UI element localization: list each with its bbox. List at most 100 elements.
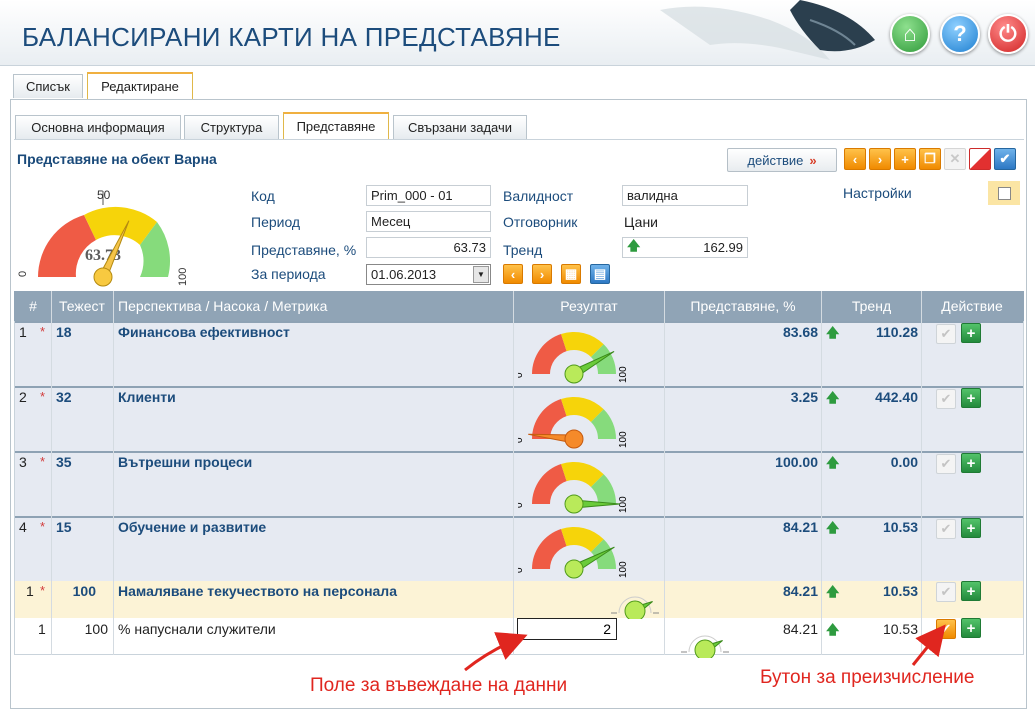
tab-performance[interactable]: Представяне: [283, 112, 389, 139]
logout-button[interactable]: ⏻: [988, 14, 1028, 54]
help-button[interactable]: ?: [940, 14, 980, 54]
row-number: 1: [19, 324, 27, 340]
copy-button[interactable]: ❐: [919, 148, 941, 170]
period-field[interactable]: [366, 211, 491, 232]
row-name[interactable]: Клиенти: [118, 389, 176, 405]
for-period-select[interactable]: 01.06.2013 ▼: [366, 264, 491, 285]
chevron-right-icon: ›: [539, 266, 545, 282]
settings-checkbox[interactable]: [997, 186, 1011, 200]
owner-label: Отговорник: [503, 214, 578, 230]
recalculate-button[interactable]: ✔: [936, 454, 956, 474]
row-number: 2: [19, 389, 27, 405]
row-name[interactable]: Вътрешни процеси: [118, 454, 252, 470]
result-gauge: 0 100: [514, 397, 629, 449]
calculator-button[interactable]: ▤: [590, 264, 610, 284]
col-divider: [821, 291, 822, 655]
annotation-recalc-button: Бутон за преизчисление: [760, 667, 975, 688]
required-star: *: [40, 389, 46, 404]
row-weight: 32: [56, 389, 72, 405]
tab-basic-info[interactable]: Основна информация: [15, 115, 181, 139]
slash-icon: [970, 149, 990, 169]
tab-edit[interactable]: Редактиране: [87, 72, 193, 99]
calendar-button[interactable]: ▦: [561, 264, 581, 284]
gauge-max-label: 100: [177, 268, 189, 286]
row-trend: 0.00: [890, 454, 918, 470]
row-name[interactable]: Обучение и развитие: [118, 519, 266, 535]
row-weight: 18: [56, 324, 72, 340]
col-header-no: #: [29, 298, 37, 314]
invalidate-button[interactable]: [969, 148, 991, 170]
add-child-button[interactable]: +: [961, 323, 981, 343]
close-button[interactable]: ✕: [944, 148, 966, 170]
calculator-icon: ▤: [593, 266, 607, 281]
add-button[interactable]: +: [894, 148, 916, 170]
col-header-perspective: Перспектива / Насока / Метрика: [118, 298, 328, 314]
tab-related-tasks[interactable]: Свързани задачи: [393, 115, 527, 139]
gauge-hub: [93, 267, 113, 287]
for-period-label: За периода: [251, 266, 326, 282]
col-header-performance: Представяне, %: [690, 298, 796, 314]
row-performance: 3.25: [790, 389, 818, 405]
required-star: *: [40, 519, 46, 534]
required-star: *: [40, 583, 46, 598]
save-button[interactable]: ✔: [994, 148, 1016, 170]
gauge-min-label: 0: [518, 372, 525, 378]
gauge-hub: [564, 494, 584, 514]
col-divider: [664, 291, 665, 655]
owner-value: Цани: [624, 214, 659, 230]
recalculate-button[interactable]: ✔: [936, 389, 956, 409]
result-gauge: 0 100: [514, 527, 629, 579]
app-title: БАЛАНСИРАНИ КАРТИ НА ПРЕДСТАВЯНЕ: [22, 22, 561, 52]
tab-list[interactable]: Списък: [13, 74, 83, 98]
performance-label: Представяне, %: [251, 242, 357, 258]
next-button[interactable]: ›: [869, 148, 891, 170]
for-period-value: 01.06.2013: [371, 267, 437, 282]
gauge-hub: [564, 364, 584, 384]
row-trend: 442.40: [875, 389, 918, 405]
gauge-mid-label: 50: [97, 188, 111, 202]
performance-field[interactable]: [366, 237, 491, 258]
prev-button[interactable]: ‹: [844, 148, 866, 170]
gauge-min-label: 0: [518, 437, 525, 443]
add-child-button[interactable]: +: [961, 388, 981, 408]
row-name[interactable]: Финансова ефективност: [118, 324, 290, 340]
metric-name[interactable]: % напуснали служители: [118, 621, 276, 637]
gauge-red-zone: [532, 399, 567, 439]
period-next-button[interactable]: ›: [532, 264, 552, 284]
settings-label: Настройки: [843, 185, 912, 201]
row-performance: 100.00: [775, 454, 818, 470]
row-performance: 84.21: [782, 583, 818, 599]
home-icon: ⌂: [903, 21, 917, 46]
section-title: Представяне на обект Варна: [17, 151, 217, 167]
recalculate-button[interactable]: ✔: [936, 582, 956, 602]
gauge-max-label: 100: [618, 366, 629, 383]
row-trend: 10.53: [882, 519, 918, 535]
recalculate-button[interactable]: ✔: [936, 324, 956, 344]
result-gauge-cell: 0 100: [514, 391, 630, 452]
row-name[interactable]: Намаляване текучеството на персонала: [118, 583, 397, 599]
chevron-left-icon: ‹: [510, 266, 516, 282]
row-trend: 10.53: [882, 583, 918, 599]
action-dropdown-button[interactable]: действие »: [727, 148, 837, 172]
row-trend: 110.28: [875, 324, 918, 340]
validity-field[interactable]: [622, 185, 748, 206]
col-header-result: Резултат: [560, 298, 618, 314]
code-field[interactable]: [366, 185, 491, 206]
calendar-icon: ▦: [564, 266, 578, 281]
trend-field: 🡅 162.99: [622, 237, 748, 258]
required-star: *: [40, 324, 46, 339]
col-header-weight: Тежест: [59, 298, 105, 314]
row-weight: 100: [72, 583, 96, 599]
settings-cell: [988, 181, 1020, 205]
plus-icon: +: [901, 151, 909, 167]
add-child-button[interactable]: +: [961, 453, 981, 473]
chevron-left-icon: ‹: [852, 151, 858, 167]
add-child-button[interactable]: +: [961, 518, 981, 538]
annotation-arrows: [464, 624, 946, 672]
tab-structure[interactable]: Структура: [184, 115, 279, 139]
result-gauge-cell: 0 100: [514, 326, 630, 387]
home-button[interactable]: ⌂: [890, 14, 930, 54]
add-child-button[interactable]: +: [961, 581, 981, 601]
period-prev-button[interactable]: ‹: [503, 264, 523, 284]
recalculate-button[interactable]: ✔: [936, 519, 956, 539]
